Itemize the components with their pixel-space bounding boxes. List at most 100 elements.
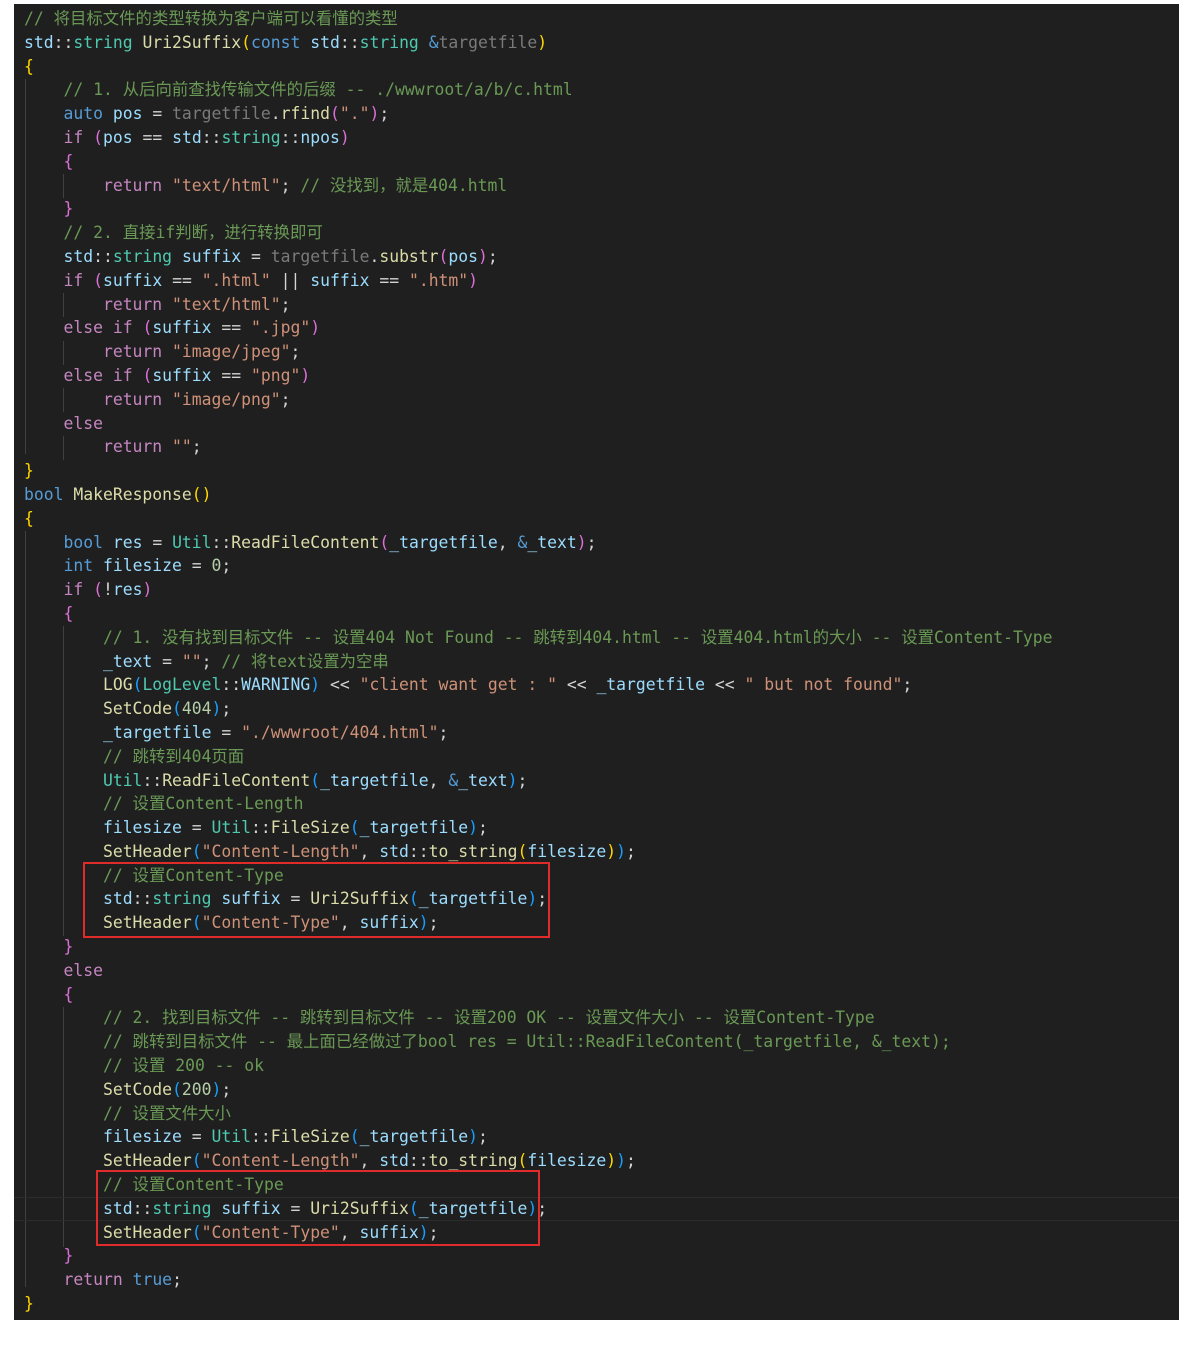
- code-line[interactable]: // 2. 直接if判断，进行转换即可: [24, 221, 1052, 245]
- code-token: // 2. 直接if判断，进行转换即可: [63, 223, 323, 243]
- code-token: ;: [221, 556, 232, 576]
- code-line[interactable]: }: [24, 1292, 1052, 1316]
- code-lines[interactable]: // 将目标文件的类型转换为客户端可以看懂的类型 std::string Uri2…: [14, 7, 1179, 1316]
- code-token: "Content-Length": [201, 1151, 360, 1171]
- code-line[interactable]: {: [24, 507, 1052, 531]
- code-token: if: [63, 270, 84, 290]
- code-line[interactable]: SetCode(200);: [24, 1078, 1052, 1102]
- code-token: "Content-Type": [201, 1222, 340, 1242]
- code-line[interactable]: return "image/png";: [24, 388, 1052, 412]
- code-token: _targetfile: [359, 818, 469, 838]
- code-line[interactable]: // 将目标文件的类型转换为客户端可以看懂的类型: [24, 7, 1052, 31]
- code-line[interactable]: // 设置 200 -- ok: [24, 1054, 1052, 1078]
- code-line[interactable]: {: [24, 602, 1052, 626]
- code-line[interactable]: SetHeader("Content-Type", suffix);: [24, 1221, 1052, 1245]
- code-line[interactable]: return "text/html";: [24, 293, 1052, 317]
- code-editor[interactable]: // 将目标文件的类型转换为客户端可以看懂的类型 std::string Uri2…: [14, 4, 1179, 1320]
- code-line[interactable]: {: [24, 983, 1052, 1007]
- code-token: (: [349, 1127, 360, 1147]
- code-token: else if: [63, 318, 133, 338]
- code-token: else: [63, 960, 103, 980]
- code-line[interactable]: // 设置文件大小: [24, 1102, 1052, 1126]
- code-token: ".htm": [408, 270, 469, 290]
- code-line[interactable]: else: [24, 959, 1052, 983]
- code-line[interactable]: // 跳转到目标文件 -- 最上面已经做过了bool res = Util::R…: [24, 1030, 1052, 1054]
- code-line[interactable]: if (pos == std::string::npos): [24, 126, 1052, 150]
- code-line[interactable]: SetCode(404);: [24, 697, 1052, 721]
- code-line[interactable]: _text = ""; // 将text设置为空串: [24, 650, 1052, 674]
- code-line[interactable]: int filesize = 0;: [24, 554, 1052, 578]
- code-token: (: [241, 32, 252, 52]
- code-line[interactable]: std::string suffix = Uri2Suffix(_targetf…: [24, 887, 1052, 911]
- code-line[interactable]: // 设置Content-Length: [24, 792, 1052, 816]
- code-line[interactable]: // 2. 找到目标文件 -- 跳转到目标文件 -- 设置200 OK -- 设…: [24, 1006, 1052, 1030]
- code-line[interactable]: // 跳转到404页面: [24, 745, 1052, 769]
- code-line[interactable]: // 1. 从后向前查找传输文件的后缀 -- ./wwwroot/a/b/c.h…: [24, 78, 1052, 102]
- code-line[interactable]: if (suffix == ".html" || suffix == ".htm…: [24, 269, 1052, 293]
- code-token: suffix: [152, 365, 212, 385]
- code-token: // 1. 从后向前查找传输文件的后缀 -- ./wwwroot/a/b/c.h…: [63, 80, 573, 100]
- code-token: Util: [102, 770, 143, 790]
- code-line[interactable]: return "";: [24, 435, 1052, 459]
- code-line[interactable]: {: [24, 55, 1052, 79]
- code-token: }: [24, 461, 34, 481]
- code-line[interactable]: }: [24, 1244, 1052, 1268]
- code-token: ;: [172, 1270, 182, 1290]
- code-line[interactable]: // 1. 没有找到目标文件 -- 设置404 Not Found -- 跳转到…: [24, 626, 1053, 650]
- code-line[interactable]: SetHeader("Content-Length", std::to_stri…: [24, 840, 1052, 864]
- code-token: // 跳转到目标文件 -- 最上面已经做过了bool res = Util::R…: [102, 1032, 951, 1052]
- code-line[interactable]: // 设置Content-Type: [24, 1173, 1052, 1197]
- code-token: _text: [527, 532, 577, 552]
- code-token: ;: [487, 246, 498, 266]
- code-token: =: [142, 532, 173, 552]
- code-line[interactable]: return true;: [24, 1268, 1052, 1292]
- code-token: ".html": [201, 270, 271, 290]
- code-token: (): [191, 484, 212, 504]
- code-line[interactable]: Util::ReadFileContent(_targetfile, &_tex…: [24, 769, 1052, 793]
- code-line[interactable]: bool res = Util::ReadFileContent(_target…: [24, 531, 1052, 555]
- code-line[interactable]: if (!res): [24, 578, 1052, 602]
- code-line[interactable]: std::string suffix = targetfile.substr(p…: [24, 245, 1052, 269]
- code-token: ::: [142, 770, 163, 790]
- code-line[interactable]: else if (suffix == ".jpg"): [24, 316, 1052, 340]
- code-line[interactable]: }: [24, 459, 1052, 483]
- code-token: ::: [132, 889, 153, 909]
- code-token: _targetfile: [389, 532, 498, 552]
- code-token: (: [191, 841, 202, 861]
- code-line[interactable]: {: [24, 150, 1052, 174]
- code-line[interactable]: std::string suffix = Uri2Suffix(_targetf…: [14, 1196, 1179, 1221]
- code-line[interactable]: return "image/jpeg";: [24, 340, 1052, 364]
- code-line[interactable]: std::string Uri2Suffix(const std::string…: [24, 31, 1052, 55]
- code-line[interactable]: filesize = Util::FileSize(_targetfile);: [24, 816, 1052, 840]
- code-line[interactable]: _targetfile = "./wwwroot/404.html";: [24, 721, 1052, 745]
- code-line[interactable]: bool MakeResponse(): [24, 483, 1052, 507]
- code-line[interactable]: filesize = Util::FileSize(_targetfile);: [24, 1125, 1052, 1149]
- code-token: SetHeader: [102, 913, 192, 933]
- code-line[interactable]: }: [24, 197, 1052, 221]
- code-line[interactable]: LOG(LogLevel::WARNING) << "client want g…: [24, 673, 1052, 697]
- code-token: ;: [379, 104, 390, 124]
- code-line[interactable]: else: [24, 412, 1052, 436]
- code-line[interactable]: SetHeader("Content-Length", std::to_stri…: [24, 1149, 1052, 1173]
- code-line[interactable]: else if (suffix == "png"): [24, 364, 1052, 388]
- code-token: ReadFileContent: [231, 532, 380, 552]
- code-token: ==: [211, 365, 252, 385]
- code-line[interactable]: return "text/html"; // 没找到，就是404.html: [24, 174, 1052, 198]
- code-line[interactable]: // 设置Content-Type: [24, 864, 1052, 888]
- code-token: if: [63, 127, 84, 147]
- code-token: ): [606, 841, 617, 861]
- code-line[interactable]: }: [24, 935, 1052, 959]
- code-line[interactable]: auto pos = targetfile.rfind(".");: [24, 102, 1052, 126]
- code-token: suffix: [221, 889, 281, 909]
- code-token: {: [63, 151, 74, 171]
- code-token: res: [112, 580, 143, 600]
- code-line[interactable]: SetHeader("Content-Type", suffix);: [24, 911, 1052, 935]
